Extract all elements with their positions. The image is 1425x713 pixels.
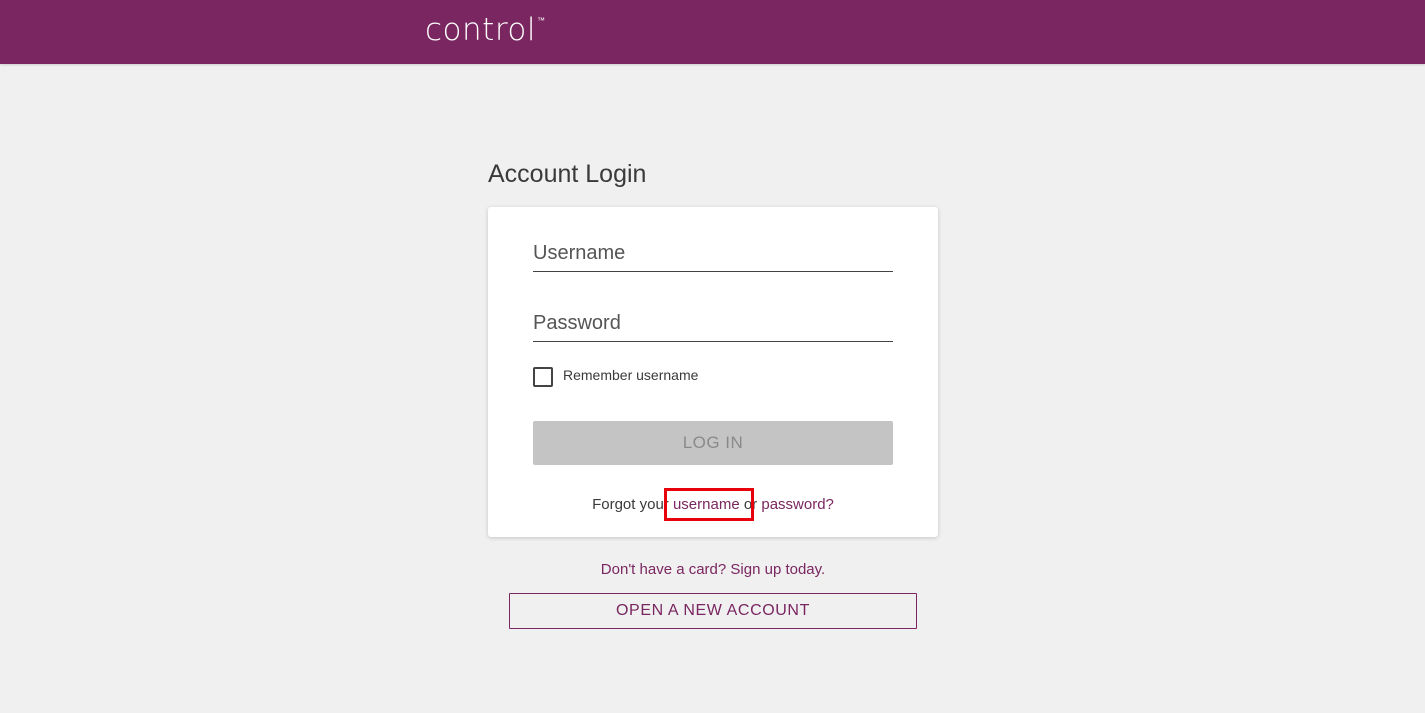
remember-username-label: Remember username	[563, 367, 699, 383]
signup-link[interactable]: Don't have a card? Sign up today.	[488, 561, 938, 578]
forgot-or: or	[743, 496, 758, 513]
checkbox-icon[interactable]	[533, 367, 553, 387]
forgot-username-link[interactable]: username	[673, 496, 740, 513]
control-logo[interactable]: control™	[425, 12, 545, 48]
forgot-password-link[interactable]: password?	[761, 496, 834, 513]
login-button[interactable]: LOG IN	[533, 421, 893, 465]
password-input[interactable]	[533, 306, 893, 342]
top-bar: control™	[0, 0, 1425, 64]
page-title: Account Login	[488, 160, 647, 188]
open-new-account-button[interactable]: OPEN A NEW ACCOUNT	[509, 593, 917, 629]
remember-username-checkbox[interactable]: Remember username	[533, 367, 698, 387]
forgot-credentials: Forgot your username or password?	[488, 496, 938, 513]
forgot-prefix: Forgot your	[592, 496, 669, 513]
login-card: Remember username LOG IN Forgot your use…	[488, 207, 938, 537]
username-input[interactable]	[533, 236, 893, 272]
